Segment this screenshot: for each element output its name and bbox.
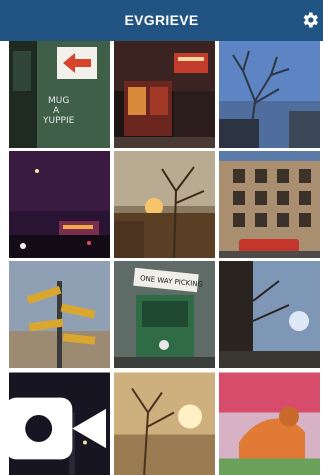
photo-tree-silhouette (219, 261, 320, 368)
photo-mural (219, 372, 320, 475)
photo-door-arrow: MUG A YUPPIE (9, 41, 110, 148)
photo-tile[interactable] (219, 151, 320, 258)
photo-tile[interactable]: ONE WAY PICKING (114, 261, 215, 368)
gear-icon[interactable] (300, 9, 320, 31)
graffiti-text: A (53, 106, 60, 116)
photo-street-signs (9, 261, 110, 368)
photo-newspaper-box: ONE WAY PICKING (114, 261, 215, 368)
photo-tile[interactable] (219, 261, 320, 368)
photo-autumn-park (114, 372, 215, 475)
photo-tile[interactable] (114, 151, 215, 258)
graffiti-text: YUPPIE (42, 116, 75, 126)
photo-autumn-sunset (114, 151, 215, 258)
photo-tile[interactable]: MUG A YUPPIE (9, 41, 110, 148)
photo-night-street (9, 151, 110, 258)
photo-storefront-night (114, 41, 215, 148)
photo-tile[interactable] (114, 371, 215, 475)
photo-tree-sky (219, 41, 320, 148)
top-bar: EVGRIEVE (0, 0, 323, 41)
video-camera-icon (9, 397, 106, 460)
page-title: EVGRIEVE (124, 12, 199, 28)
photo-tile[interactable] (9, 261, 110, 368)
graffiti-text: MUG (48, 96, 69, 106)
photo-tile[interactable] (9, 371, 110, 475)
photo-tile[interactable] (219, 41, 320, 148)
photo-tile[interactable] (114, 41, 215, 148)
photo-brick-building (219, 151, 320, 258)
photo-tile[interactable] (219, 371, 320, 475)
photo-tile[interactable] (9, 151, 110, 258)
photo-grid: MUG A YUPPIE ONE WAY PICKING (9, 41, 320, 475)
